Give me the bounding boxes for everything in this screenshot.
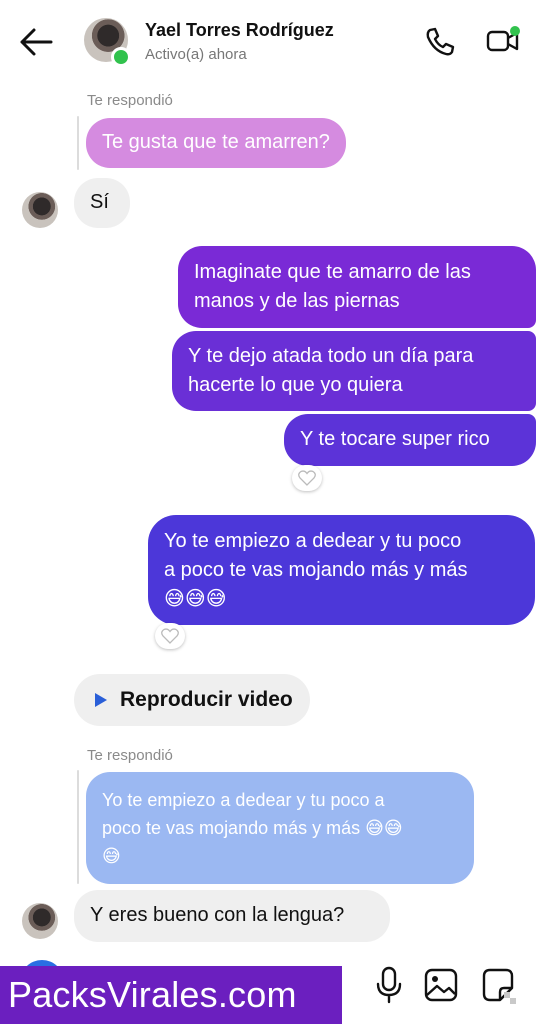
play-video-label: Reproducir video xyxy=(120,688,293,711)
contact-status: Activo(a) ahora xyxy=(145,46,247,63)
outgoing-message[interactable]: Y te dejo atada todo un día para hacerte… xyxy=(172,331,536,411)
message-line: a poco te vas mojando más y más xyxy=(164,559,468,581)
message-emoji-line: 😅😅😅 xyxy=(164,588,227,610)
play-video-button[interactable]: Reproducir video xyxy=(74,674,310,726)
video-call-icon[interactable] xyxy=(486,24,522,58)
reply-bar xyxy=(77,770,79,884)
play-icon xyxy=(95,693,107,707)
outgoing-message[interactable]: Yo te empiezo a dedear y tu poco a poco … xyxy=(148,515,535,625)
phone-icon[interactable] xyxy=(424,26,456,58)
sticker-icon[interactable] xyxy=(478,966,518,1006)
message-line: hacerte lo que yo quiera xyxy=(188,374,403,396)
watermark: PacksVirales.com xyxy=(0,966,342,1024)
contact-avatar-small[interactable] xyxy=(22,192,58,228)
contact-avatar-small[interactable] xyxy=(22,903,58,939)
heart-reaction-icon[interactable] xyxy=(155,623,185,649)
incoming-message[interactable]: Sí xyxy=(74,178,130,228)
reply-bar xyxy=(77,116,79,170)
reply-label: Te respondió xyxy=(87,92,173,109)
outgoing-message[interactable]: Imaginate que te amarro de las manos y d… xyxy=(178,246,536,328)
incoming-message[interactable]: Y eres bueno con la lengua? xyxy=(74,890,390,942)
message-line: Yo te empiezo a dedear y tu poco a xyxy=(102,790,385,810)
gallery-icon[interactable] xyxy=(424,968,458,1002)
outgoing-message[interactable]: Y te tocare super rico xyxy=(284,414,536,466)
message-line: Imaginate que te amarro de las xyxy=(194,261,471,283)
heart-reaction-icon[interactable] xyxy=(292,465,322,491)
reply-label: Te respondió xyxy=(87,747,173,764)
chat-header: Yael Torres Rodríguez Activo(a) ahora xyxy=(0,0,544,86)
message-line: Yo te empiezo a dedear y tu poco xyxy=(164,530,462,552)
microphone-icon[interactable] xyxy=(374,966,404,1004)
message-line: Y te dejo atada todo un día para xyxy=(188,345,474,367)
contact-name[interactable]: Yael Torres Rodríguez xyxy=(145,20,334,41)
quoted-message[interactable]: Yo te empiezo a dedear y tu poco a poco … xyxy=(86,772,474,884)
online-status-dot xyxy=(111,47,131,67)
message-line: poco te vas mojando más y más 😅😅 xyxy=(102,818,403,838)
message-line: manos y de las piernas xyxy=(194,290,400,312)
quoted-message[interactable]: Te gusta que te amarren? xyxy=(86,118,346,168)
message-emoji-line: 😅 xyxy=(102,846,121,866)
back-arrow-icon[interactable] xyxy=(18,26,54,58)
